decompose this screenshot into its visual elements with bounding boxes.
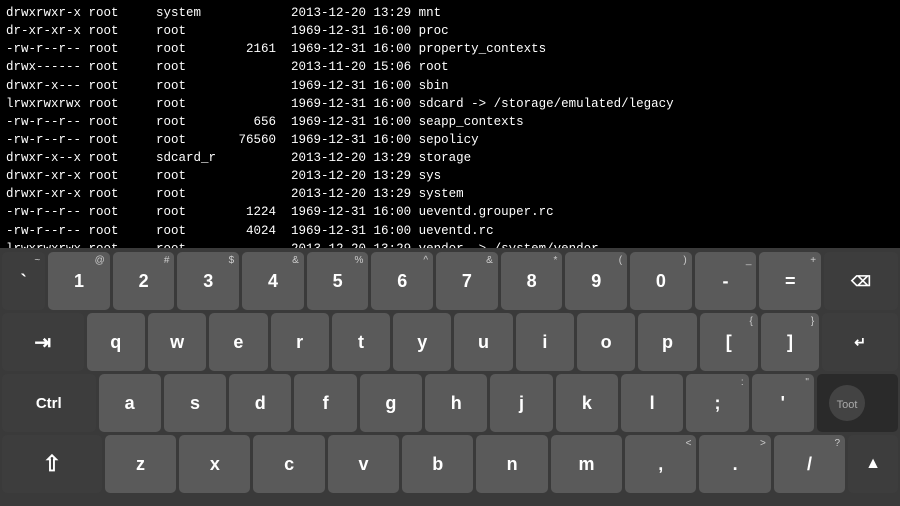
- key-period[interactable]: >.: [699, 435, 770, 493]
- key-minus[interactable]: _-: [695, 252, 757, 310]
- keyboard-row-3: Ctrl a s d f g h j k l :; "' Toot: [2, 374, 898, 432]
- keyboard-row-4: ⇧ z x c v b n m <, >. ?/ ▲: [2, 435, 898, 493]
- key-r[interactable]: r: [271, 313, 329, 371]
- key-s[interactable]: s: [164, 374, 226, 432]
- key-v[interactable]: v: [328, 435, 399, 493]
- key-0[interactable]: )0: [630, 252, 692, 310]
- key-6[interactable]: ^6: [371, 252, 433, 310]
- key-quote[interactable]: "': [752, 374, 814, 432]
- key-backspace[interactable]: ⌫: [824, 252, 898, 310]
- key-c[interactable]: c: [253, 435, 324, 493]
- key-t[interactable]: t: [332, 313, 390, 371]
- key-e[interactable]: e: [209, 313, 267, 371]
- keyboard-row-1: ~ ` @1 #2 $3 &4 %5 ^6 &7 *8 (9 )0 _- += …: [2, 252, 898, 310]
- key-n[interactable]: n: [476, 435, 547, 493]
- key-o[interactable]: o: [577, 313, 635, 371]
- svg-text:Toot: Toot: [837, 399, 858, 411]
- key-semicolon[interactable]: :;: [686, 374, 748, 432]
- key-ctrl[interactable]: Ctrl: [2, 374, 95, 432]
- terminal-output: drwxrwxr-x root system 2013-12-20 13:29 …: [0, 0, 900, 248]
- key-1[interactable]: @1: [48, 252, 110, 310]
- key-u[interactable]: u: [454, 313, 512, 371]
- key-f[interactable]: f: [294, 374, 356, 432]
- key-a[interactable]: a: [99, 374, 161, 432]
- key-m[interactable]: m: [551, 435, 622, 493]
- key-b[interactable]: b: [402, 435, 473, 493]
- key-i[interactable]: i: [516, 313, 574, 371]
- key-triangle[interactable]: ▲: [848, 435, 898, 493]
- key-d[interactable]: d: [229, 374, 291, 432]
- key-w[interactable]: w: [148, 313, 206, 371]
- key-lbracket[interactable]: {[: [700, 313, 758, 371]
- key-comma[interactable]: <,: [625, 435, 696, 493]
- key-q[interactable]: q: [87, 313, 145, 371]
- key-equals[interactable]: +=: [759, 252, 821, 310]
- key-z[interactable]: z: [105, 435, 176, 493]
- key-9[interactable]: (9: [565, 252, 627, 310]
- key-h[interactable]: h: [425, 374, 487, 432]
- key-l[interactable]: l: [621, 374, 683, 432]
- keyboard: ~ ` @1 #2 $3 &4 %5 ^6 &7 *8 (9 )0 _- += …: [0, 248, 900, 506]
- toot-badge-row3: Toot: [817, 374, 898, 432]
- key-rbracket[interactable]: }]: [761, 313, 819, 371]
- key-g[interactable]: g: [360, 374, 422, 432]
- key-5[interactable]: %5: [307, 252, 369, 310]
- key-x[interactable]: x: [179, 435, 250, 493]
- key-enter[interactable]: ↵: [822, 313, 898, 371]
- key-2[interactable]: #2: [113, 252, 175, 310]
- key-shift-left[interactable]: ⇧: [2, 435, 102, 493]
- key-k[interactable]: k: [556, 374, 618, 432]
- key-y[interactable]: y: [393, 313, 451, 371]
- key-4[interactable]: &4: [242, 252, 304, 310]
- key-j[interactable]: j: [490, 374, 552, 432]
- key-3[interactable]: $3: [177, 252, 239, 310]
- key-tab[interactable]: ⇥: [2, 313, 84, 371]
- key-backtick[interactable]: ~ `: [2, 252, 45, 310]
- key-p[interactable]: p: [638, 313, 696, 371]
- key-8[interactable]: *8: [501, 252, 563, 310]
- key-7[interactable]: &7: [436, 252, 498, 310]
- keyboard-row-2: ⇥ q w e r t y u i o p {[ }] ↵: [2, 313, 898, 371]
- key-slash[interactable]: ?/: [774, 435, 845, 493]
